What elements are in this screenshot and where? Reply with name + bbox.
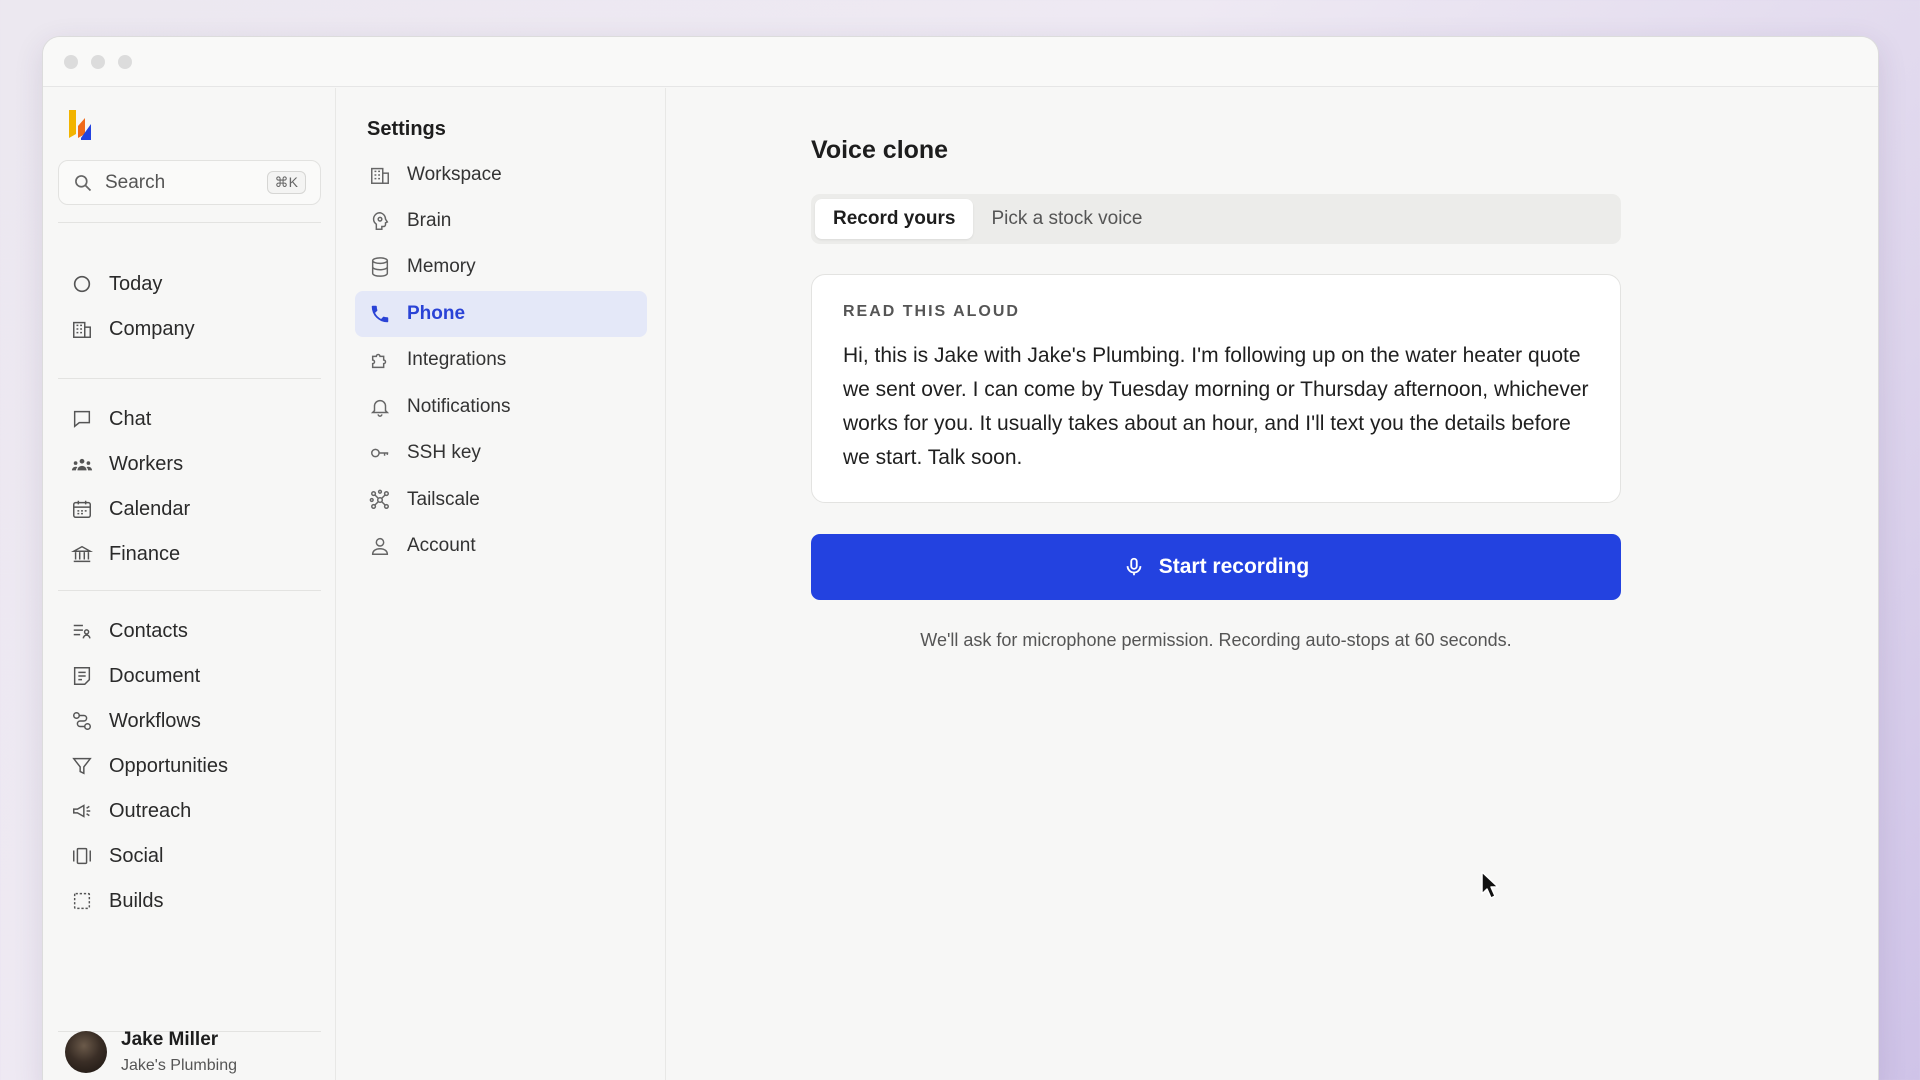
sidebar: Search ⌘K Today Company Chat Workers Cal…	[43, 88, 336, 1080]
voice-source-tabs: Record yours Pick a stock voice	[811, 194, 1621, 244]
settings-item-integrations[interactable]: Integrations	[355, 337, 647, 383]
sidebar-item-label: Opportunities	[109, 754, 228, 777]
script-card: READ THIS ALOUD Hi, this is Jake with Ja…	[811, 274, 1621, 503]
tab-pick-stock-voice[interactable]: Pick a stock voice	[973, 199, 1160, 239]
key-icon	[371, 448, 389, 458]
start-recording-button[interactable]: Start recording	[811, 534, 1621, 600]
settings-item-memory[interactable]: Memory	[355, 244, 647, 290]
search-shortcut: ⌘K	[266, 171, 306, 194]
phone-icon	[371, 305, 389, 323]
settings-item-label: Tailscale	[407, 489, 480, 510]
settings-item-tailscale[interactable]: Tailscale	[355, 477, 647, 523]
sidebar-item-workers[interactable]: Workers	[58, 443, 321, 485]
sidebar-item-opportunities[interactable]: Opportunities	[58, 745, 321, 787]
settings-item-ssh-key[interactable]: SSH key	[355, 430, 647, 476]
sidebar-item-contacts[interactable]: Contacts	[58, 610, 321, 652]
bell-icon	[370, 399, 390, 417]
tab-record-yours[interactable]: Record yours	[815, 199, 974, 239]
settings-item-label: Phone	[407, 303, 466, 324]
settings-item-label: Account	[407, 535, 476, 556]
avatar	[65, 1031, 107, 1073]
brain-icon	[372, 212, 389, 230]
user-org: Jake's Plumbing	[121, 1057, 237, 1074]
sidebar-item-label: Calendar	[109, 497, 191, 520]
sidebar-item-document[interactable]: Document	[58, 655, 321, 697]
settings-item-brain[interactable]: Brain	[355, 198, 647, 244]
today-icon	[73, 275, 91, 293]
sidebar-item-outreach[interactable]: Outreach	[58, 790, 321, 832]
calendar-icon	[73, 500, 91, 518]
sidebar-item-social[interactable]: Social	[58, 835, 321, 877]
social-icon	[73, 847, 91, 865]
main-content: Voice clone Record yours Pick a stock vo…	[666, 88, 1878, 1080]
document-icon	[73, 667, 91, 685]
bank-icon	[71, 545, 93, 563]
sidebar-item-label: Chat	[109, 407, 152, 430]
sidebar-item-label: Document	[109, 664, 201, 687]
sidebar-item-finance[interactable]: Finance	[58, 533, 321, 575]
settings-item-label: Integrations	[407, 349, 507, 370]
sidebar-item-calendar[interactable]: Calendar	[58, 488, 321, 530]
chat-icon	[73, 410, 91, 428]
microphone-icon	[1126, 557, 1142, 576]
settings-item-workspace[interactable]: Workspace	[355, 152, 647, 198]
sidebar-item-today[interactable]: Today	[58, 263, 321, 305]
sidebar-item-label: Finance	[109, 542, 181, 565]
mouse-cursor-icon	[1481, 871, 1499, 899]
settings-item-label: Brain	[407, 210, 452, 231]
recording-hint: We'll ask for microphone permission. Rec…	[920, 630, 1512, 650]
maximize-window-button[interactable]	[118, 54, 132, 69]
building-icon	[371, 167, 389, 184]
sidebar-item-company[interactable]: Company	[58, 308, 321, 350]
user-profile[interactable]: Jake Miller Jake's Plumbing	[65, 1009, 237, 1080]
minimize-window-button[interactable]	[91, 54, 105, 69]
contacts-icon	[73, 624, 91, 639]
funnel-icon	[72, 757, 92, 775]
sidebar-divider	[58, 590, 321, 591]
sidebar-divider	[58, 378, 321, 379]
close-window-button[interactable]	[64, 54, 78, 69]
sidebar-item-chat[interactable]: Chat	[58, 398, 321, 440]
settings-item-label: Notifications	[407, 396, 511, 417]
sidebar-item-label: Outreach	[109, 799, 192, 822]
user-icon	[371, 537, 389, 555]
settings-item-account[interactable]: Account	[355, 523, 647, 569]
settings-title: Settings	[367, 118, 446, 140]
search-icon	[75, 174, 92, 191]
page-title: Voice clone	[811, 136, 949, 164]
puzzle-icon	[371, 353, 387, 369]
sidebar-item-label: Company	[109, 317, 195, 340]
script-eyebrow: READ THIS ALOUD	[843, 303, 1020, 320]
database-icon	[371, 257, 389, 277]
search-label: Search	[105, 171, 166, 193]
app-window: Search ⌘K Today Company Chat Workers Cal…	[42, 36, 1879, 1080]
megaphone-icon	[73, 804, 91, 818]
app-logo[interactable]	[67, 108, 93, 142]
settings-item-label: Memory	[407, 256, 476, 277]
builds-icon	[73, 892, 91, 910]
title-bar	[43, 37, 1878, 87]
settings-item-label: Workspace	[407, 164, 502, 185]
settings-item-notifications[interactable]: Notifications	[355, 384, 647, 430]
building-icon	[73, 321, 91, 338]
search-box[interactable]: Search ⌘K	[58, 160, 321, 205]
sidebar-item-label: Workflows	[109, 709, 201, 732]
settings-item-phone[interactable]: Phone	[355, 291, 647, 337]
sidebar-item-builds[interactable]: Builds	[58, 880, 321, 922]
start-recording-label: Start recording	[1158, 555, 1310, 578]
sidebar-divider	[58, 222, 321, 223]
sidebar-item-label: Contacts	[109, 619, 188, 642]
network-icon	[369, 489, 389, 509]
sidebar-item-label: Builds	[109, 889, 164, 912]
workflows-icon	[73, 712, 91, 730]
workers-icon	[71, 458, 93, 471]
user-name: Jake Miller	[121, 1029, 219, 1050]
sidebar-item-label: Today	[109, 272, 163, 295]
sidebar-item-label: Workers	[109, 452, 184, 475]
settings-item-label: SSH key	[407, 442, 481, 463]
settings-nav: Settings Workspace Brain Memory Phone In…	[336, 88, 666, 1080]
sidebar-item-label: Social	[109, 844, 164, 867]
script-text: Hi, this is Jake with Jake's Plumbing. I…	[843, 344, 1589, 469]
sidebar-item-workflows[interactable]: Workflows	[58, 700, 321, 742]
